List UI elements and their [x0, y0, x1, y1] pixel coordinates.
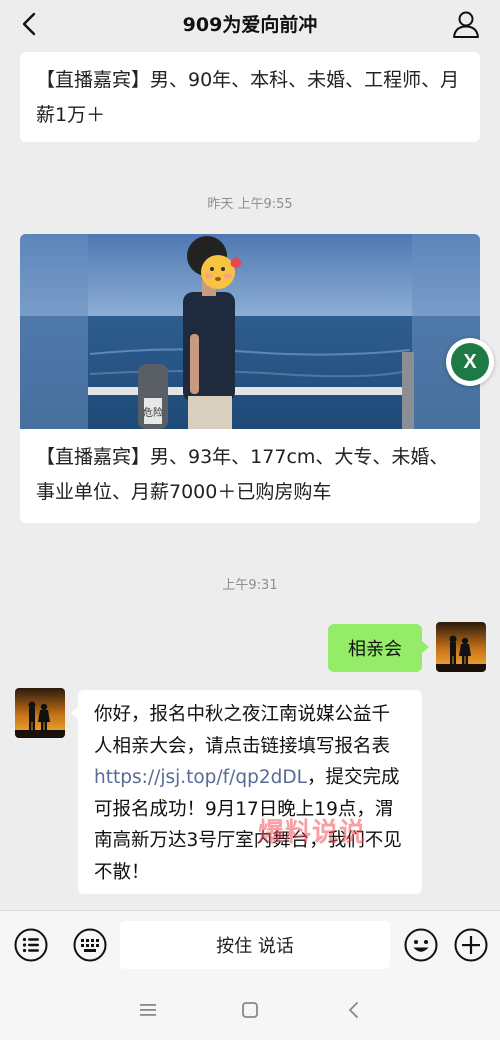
emoji-button[interactable] — [403, 927, 439, 963]
chat-title: 909为爱向前冲 — [182, 14, 318, 36]
back-nav-button[interactable] — [342, 998, 366, 1022]
keyboard-button[interactable] — [72, 927, 108, 963]
sent-message-text: 相亲会 — [348, 639, 402, 660]
menu-icon — [140, 1004, 156, 1016]
chat-header: 909为爱向前冲 — [0, 0, 500, 48]
timestamp-2: 上午9:31 — [222, 578, 278, 593]
back-arrow-icon — [349, 1002, 358, 1018]
x-button-label: X — [451, 343, 489, 381]
person-icon — [453, 11, 479, 38]
timestamp-1: 昨天 上午9:55 — [207, 197, 293, 212]
sent-message-bubble[interactable]: 相亲会 — [328, 624, 429, 672]
card-1-text: 【直播嘉宾】男、90年、本科、未婚、工程师、月薪1万＋ — [36, 69, 460, 126]
sunset-couple-avatar-image — [436, 622, 486, 672]
hold-to-talk-label: 按住 说话 — [216, 936, 294, 957]
received-message-text: 你好，报名中秋之夜江南说媒公益千人相亲大会，请点击链接填写报名表 https:/… — [78, 690, 422, 888]
card-2-text: 【直播嘉宾】男、93年、177cm、大专、未婚、事业单位、月薪7000＋已购房购… — [36, 446, 449, 503]
contact-avatar[interactable] — [15, 688, 65, 738]
voice-mode-button[interactable] — [13, 927, 49, 963]
signup-form-link[interactable]: https://jsj.top/f/qp2dDL — [94, 767, 307, 788]
add-button[interactable] — [453, 927, 489, 963]
my-avatar[interactable] — [436, 622, 486, 672]
plus-circle-icon — [454, 928, 488, 962]
hold-to-talk-button[interactable]: 按住 说话 — [120, 921, 390, 969]
floating-x-button[interactable]: X — [446, 338, 494, 386]
menu-nav-button[interactable] — [136, 998, 160, 1022]
emoji-icon — [404, 928, 438, 962]
seaside-photo-image: 危险 — [20, 234, 480, 429]
received-message-bubble[interactable]: 你好，报名中秋之夜江南说媒公益千人相亲大会，请点击链接填写报名表 https:/… — [71, 690, 422, 894]
message-card-1[interactable]: 【直播嘉宾】男、90年、本科、未婚、工程师、月薪1万＋ — [20, 52, 480, 142]
square-home-icon — [242, 1002, 258, 1018]
sunset-couple-avatar-image — [15, 688, 65, 738]
system-nav-bar — [0, 980, 500, 1040]
guest-photo[interactable]: 危险 — [20, 234, 480, 429]
profile-button[interactable] — [450, 8, 482, 40]
input-bar: 按住 说话 — [0, 910, 500, 981]
keyboard-icon — [73, 928, 107, 962]
photo-sign-text: 危险 — [143, 406, 163, 419]
home-nav-button[interactable] — [238, 998, 262, 1022]
voice-list-icon — [14, 928, 48, 962]
watermark: 爆料说说 — [258, 818, 367, 848]
reply-text-part-1: 你好，报名中秋之夜江南说媒公益千人相亲大会，请点击链接填写报名表 — [94, 704, 391, 757]
